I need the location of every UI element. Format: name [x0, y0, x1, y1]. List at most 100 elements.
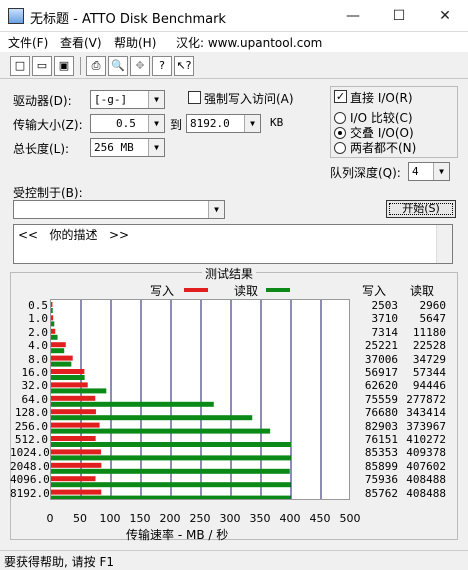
- block-size-label: 16.0: [21, 366, 49, 379]
- direct-io-label: 直接 I/O(R): [350, 91, 413, 105]
- legend-write-label: 写入: [150, 284, 175, 298]
- column-write-header: 写入: [362, 284, 387, 298]
- save-icon[interactable]: ▣: [54, 56, 74, 76]
- chevron-down-icon: ▼: [148, 91, 164, 108]
- minimize-button[interactable]: —: [330, 0, 376, 32]
- bar-read: [51, 401, 214, 407]
- write-value: 75936: [364, 473, 398, 487]
- print-preview-icon[interactable]: 🔍: [108, 56, 128, 76]
- read-value: 407602: [406, 459, 446, 473]
- bar-read: [51, 334, 58, 340]
- write-value: 85899: [364, 459, 398, 473]
- chevron-down-icon: ▼: [148, 139, 164, 156]
- start-button[interactable]: 开始(S): [386, 200, 456, 218]
- write-value: 85353: [364, 446, 398, 460]
- drive-select[interactable]: [-g-] ▼: [90, 90, 165, 109]
- context-help-icon[interactable]: ↖?: [174, 56, 194, 76]
- queue-depth-select[interactable]: 4 ▼: [408, 162, 450, 181]
- chevron-down-icon: ▼: [148, 115, 164, 132]
- transfer-to-value: 8192.0: [190, 117, 230, 130]
- write-value: 75559: [364, 392, 398, 406]
- menu-view[interactable]: 查看(V): [60, 34, 102, 51]
- radio-overlap-io[interactable]: [334, 127, 346, 139]
- chevron-down-icon: ▼: [208, 201, 224, 218]
- bar-write: [51, 328, 56, 334]
- transfer-from-select[interactable]: 0.5 ▼: [90, 114, 165, 133]
- read-value: 410272: [406, 433, 446, 446]
- bar-read: [51, 495, 291, 499]
- move-icon[interactable]: ✥: [130, 56, 150, 76]
- window-title: 无标题 - ATTO Disk Benchmark: [30, 12, 226, 27]
- write-value: 2503: [371, 299, 399, 312]
- toolbar-separator: [80, 57, 81, 75]
- close-button[interactable]: ✕: [422, 0, 468, 32]
- app-icon: [8, 8, 24, 24]
- read-value: 408488: [406, 486, 446, 500]
- menu-help[interactable]: 帮助(H): [114, 34, 156, 51]
- bar-write: [51, 355, 73, 361]
- bar-read: [51, 468, 290, 474]
- transfer-to-select[interactable]: 8192.0 ▼: [186, 114, 261, 133]
- write-value: 25221: [364, 339, 398, 353]
- chevron-down-icon: ▼: [433, 163, 449, 180]
- bar-write: [51, 382, 88, 388]
- radio-neither[interactable]: [334, 142, 346, 154]
- read-value: 409378: [406, 446, 446, 460]
- bar-write: [51, 489, 102, 495]
- x-tick-label: 500: [339, 512, 361, 525]
- queue-depth-value: 4: [412, 165, 419, 178]
- maximize-button[interactable]: ☐: [376, 0, 422, 32]
- bar-read: [51, 348, 65, 354]
- bar-write: [51, 395, 96, 401]
- open-icon[interactable]: ▭: [32, 56, 52, 76]
- legend-read-label: 读取: [234, 284, 259, 298]
- bar-write: [51, 315, 54, 321]
- menu-file[interactable]: 文件(F): [8, 34, 48, 51]
- direct-io-checkbox[interactable]: ✓: [334, 90, 347, 103]
- x-tick-label: 0: [46, 512, 54, 525]
- transfer-from-value: 0.5: [116, 117, 136, 130]
- bar-write: [51, 342, 66, 348]
- radio-io-compare[interactable]: [334, 112, 346, 124]
- total-length-select[interactable]: 256 MB ▼: [90, 138, 165, 157]
- read-value: 277872: [406, 392, 446, 406]
- radio-neither-label: 两者都不(N): [350, 141, 417, 155]
- status-text: 要获得帮助, 请按 F1: [4, 555, 114, 569]
- bar-read: [51, 415, 253, 421]
- read-value: 57344: [412, 366, 446, 379]
- help-icon[interactable]: ?: [152, 56, 172, 76]
- menu-credit[interactable]: 汉化: www.upantool.com: [176, 34, 322, 51]
- read-value: 22528: [412, 339, 446, 353]
- total-length-value: 256 MB: [94, 141, 134, 154]
- bar-write: [51, 302, 53, 307]
- block-size-label: 512.0: [14, 433, 48, 446]
- force-write-label: 强制写入访问(A): [204, 92, 294, 106]
- controlled-by-select[interactable]: ▼: [13, 200, 225, 219]
- transfer-to-label: 到: [170, 118, 183, 132]
- x-tick-label: 200: [159, 512, 181, 525]
- bar-read: [51, 442, 292, 447]
- write-value: 3710: [371, 312, 399, 326]
- new-icon[interactable]: □: [10, 56, 30, 76]
- queue-depth-label: 队列深度(Q):: [330, 166, 401, 180]
- read-value: 34729: [412, 352, 446, 366]
- read-value: 5647: [419, 312, 447, 326]
- print-icon[interactable]: ⎙: [86, 56, 106, 76]
- block-size-label: 4.0: [28, 339, 48, 353]
- total-length-label: 总长度(L):: [13, 142, 70, 156]
- description-scrollbar[interactable]: [436, 225, 452, 263]
- write-value: 85762: [364, 486, 398, 500]
- block-size-label: 1024.0: [10, 446, 50, 460]
- results-chart: [50, 299, 350, 500]
- drive-value: [-g-]: [94, 93, 128, 106]
- legend-read-swatch: [266, 288, 290, 292]
- block-size-label: 256.0: [14, 419, 48, 433]
- column-read-header: 读取: [410, 284, 435, 298]
- x-tick-label: 400: [279, 512, 301, 525]
- read-value: 11180: [412, 325, 446, 339]
- force-write-checkbox[interactable]: [188, 91, 201, 104]
- write-value: 56917: [364, 366, 398, 379]
- controlled-by-label: 受控制于(B):: [13, 186, 83, 200]
- write-value: 7314: [371, 325, 399, 339]
- x-tick-label: 100: [99, 512, 121, 525]
